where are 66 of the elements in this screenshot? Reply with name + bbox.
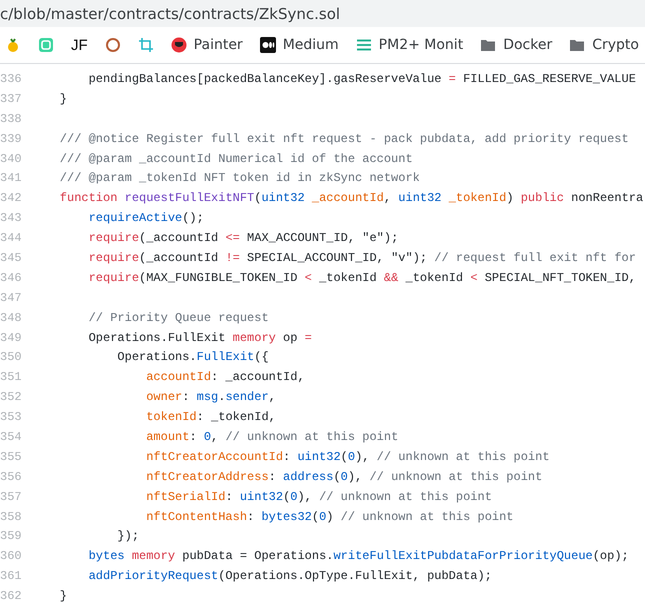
code-line: }); <box>116 529 140 544</box>
bookmark[interactable]: Medium <box>282 37 339 53</box>
line-number: 349 <box>0 330 20 345</box>
code-line: nftCreatorAccountId: uint32(0), // unknown at this point <box>145 450 550 464</box>
code-line: } <box>58 589 68 603</box>
code-line: Operations.FullExit memory op = <box>88 330 312 345</box>
line-number: 346 <box>0 270 20 285</box>
code-line: require(_accountId <= MAX_ACCOUNT_ID, "e"); <box>88 231 398 246</box>
ring-icon[interactable] <box>104 37 121 53</box>
line-number: 357 <box>0 490 20 504</box>
line-number: 352 <box>0 390 20 404</box>
folder-icon[interactable] <box>569 37 586 53</box>
line-number: 351 <box>0 370 20 384</box>
line-number: 353 <box>0 410 20 424</box>
code-line: Operations.FullExit({ <box>116 350 269 364</box>
line-number: 339 <box>0 132 20 146</box>
code-line: amount: 0, // unknown at this point <box>145 430 398 444</box>
line-number: 348 <box>0 310 20 325</box>
code-line: bytes memory pubData = Operations.writeFullExitPubdataForPriorityQueue(op); <box>88 549 629 564</box>
line-number: 359 <box>0 529 20 544</box>
line-number: 347 <box>0 290 20 305</box>
painter-icon[interactable] <box>170 37 187 53</box>
bookmark[interactable]: Docker <box>503 37 552 53</box>
bookmark[interactable]: PM2+ Monit <box>378 37 464 53</box>
code-line: /// @param _tokenId NFT token id in zkSync network <box>58 171 420 186</box>
bookmark[interactable]: JF <box>71 36 88 54</box>
line-number: 356 <box>0 470 20 484</box>
code-line: function requestFullExitNFT(uint32 _accountId, uint32 _tokenId) public nonReentra <box>58 191 644 206</box>
line-number: 350 <box>0 350 20 364</box>
fruit-icon[interactable] <box>5 37 21 53</box>
line-number: 362 <box>0 589 20 603</box>
code-line: /// @notice Register full exit nft request - pack pubdata, add priority request <box>58 132 629 146</box>
crop-icon[interactable] <box>138 37 154 53</box>
code-line: accountId: _accountId, <box>145 370 305 384</box>
code-line: require(MAX_FUNGIBLE_TOKEN_ID < _tokenId && _tokenId < SPECIAL_NFT_TOKEN_ID, <box>88 270 636 285</box>
code-line: nftCreatorAddress: address(0), // unknown at this point <box>145 470 542 484</box>
bookmark[interactable]: Painter <box>194 37 243 53</box>
code-line: /// @param _accountId Numerical id of the account <box>58 152 413 166</box>
line-number: 361 <box>0 569 20 584</box>
bookmark[interactable]: Crypto <box>592 37 639 53</box>
code-line: addPriorityRequest(Operations.OpType.FullExit, pubData); <box>88 569 492 584</box>
line-number: 358 <box>0 510 20 524</box>
line-number: 336 <box>0 72 20 86</box>
folder-icon[interactable] <box>480 37 496 53</box>
line-number: 338 <box>0 112 20 126</box>
line-number: 340 <box>0 152 20 166</box>
line-number: 345 <box>0 250 20 265</box>
line-number: 341 <box>0 171 20 186</box>
code-line: require(_accountId != SPECIAL_ACCOUNT_ID, "v"); // request full exit nft for <box>88 250 636 265</box>
code-line: // Priority Queue request <box>88 310 269 325</box>
line-number: 343 <box>0 211 20 226</box>
code-line: } <box>58 92 68 106</box>
line-number: 337 <box>0 92 20 106</box>
code-line: nftSerialId: uint32(0), // unknown at this point <box>145 490 492 504</box>
code-line: owner: msg.sender, <box>145 390 276 404</box>
line-number: 344 <box>0 231 20 246</box>
code-line: requireActive(); <box>88 211 204 226</box>
line-number: 355 <box>0 450 20 464</box>
lines-icon[interactable] <box>356 37 372 53</box>
line-number: 342 <box>0 191 20 206</box>
code-line: tokenId: _tokenId, <box>145 410 276 424</box>
code-line: pendingBalances[packedBalanceKey].gasReserveValue = FILLED_GAS_RESERVE_VALUE <box>88 72 636 86</box>
code-line: nftContentHash: bytes32(0) // unknown at this point <box>145 510 514 524</box>
line-number: 354 <box>0 430 20 444</box>
medium-icon[interactable] <box>260 37 276 53</box>
line-number: 360 <box>0 549 20 564</box>
